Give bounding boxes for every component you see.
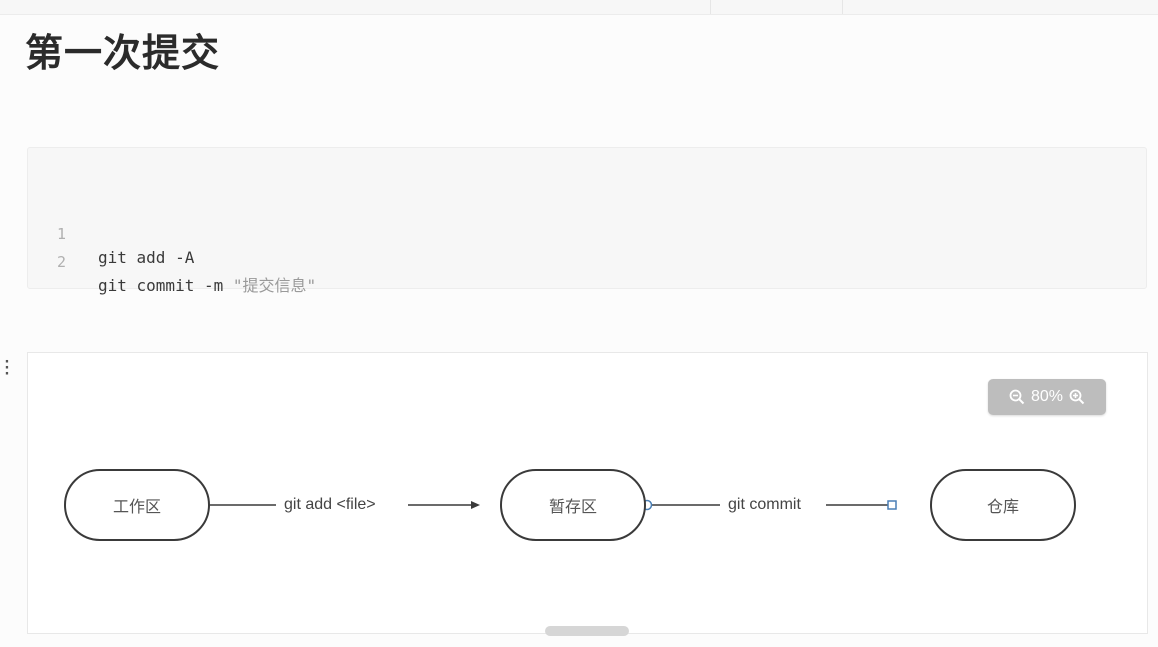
code-line: 1 git add -A: [28, 198, 194, 267]
code-block[interactable]: 1 git add -A 2 git commit -m "提交信息": [27, 147, 1147, 295]
page-title: 第一次提交: [25, 31, 221, 75]
node-working-directory[interactable]: 工作区: [64, 469, 210, 541]
line-number: 2: [57, 253, 67, 271]
top-toolbar: [0, 0, 1158, 15]
node-staging-area[interactable]: 暂存区: [500, 469, 646, 541]
zoom-out-icon[interactable]: [1009, 389, 1025, 405]
horizontal-scroll-handle[interactable]: [545, 626, 629, 636]
node-repository[interactable]: 仓库: [930, 469, 1076, 541]
arrow-head: [471, 501, 480, 509]
code-text: git commit -m "提交信息": [98, 274, 316, 298]
zoom-in-icon[interactable]: [1069, 389, 1085, 405]
zoom-control[interactable]: 80%: [988, 379, 1106, 415]
drag-handle-icon[interactable]: · · ·: [2, 356, 12, 381]
edge-label-git-commit: git commit: [722, 495, 807, 515]
code-command: git commit -m: [98, 276, 233, 295]
node-label: 工作区: [112, 497, 161, 516]
code-text: git add -A: [98, 248, 195, 267]
toolbar-divider: [842, 0, 843, 14]
node-label: 仓库: [986, 497, 1019, 516]
flow-diagram[interactable]: 工作区 暂存区 仓库 git add <file> git commit 80%: [27, 352, 1148, 634]
code-line: 2 git commit -m "提交信息": [28, 226, 316, 295]
zoom-level: 80%: [1030, 388, 1064, 405]
connector-end-icon: [887, 500, 897, 510]
node-label: 暂存区: [548, 497, 597, 516]
code-string: "提交信息": [232, 276, 317, 295]
edge-label-git-add: git add <file>: [278, 495, 382, 515]
toolbar-divider: [710, 0, 711, 14]
